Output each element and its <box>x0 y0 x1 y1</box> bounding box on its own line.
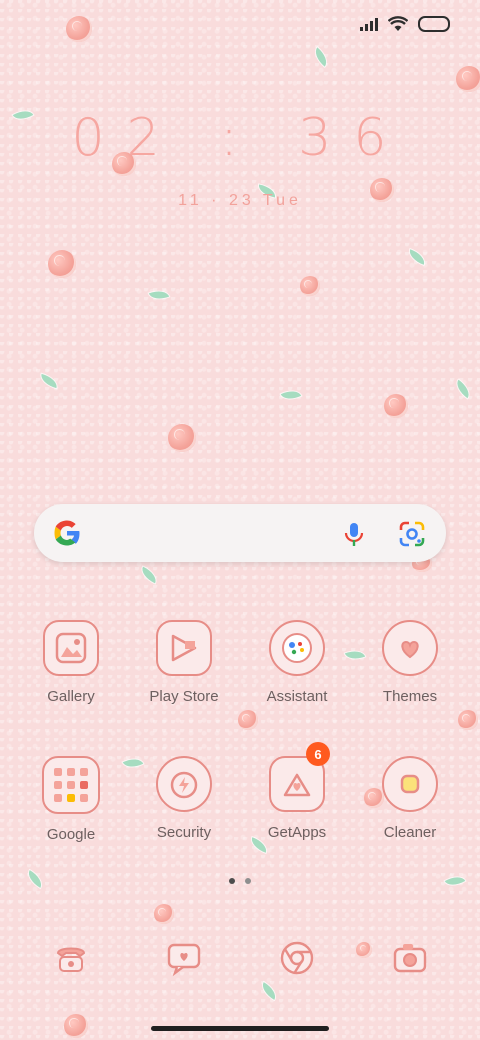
camera-icon <box>393 944 427 973</box>
play-store-icon <box>156 620 212 676</box>
page-indicator[interactable] <box>0 878 480 884</box>
leaf-decoration <box>310 47 332 67</box>
dock-phone[interactable] <box>51 938 91 978</box>
home-gesture-bar[interactable] <box>151 1026 329 1031</box>
leaf-decoration <box>258 982 280 1000</box>
app-assistant[interactable]: Assistant <box>242 620 352 705</box>
peach-decoration <box>48 250 76 278</box>
cell-signal-icon <box>360 17 378 31</box>
app-label: Play Store <box>149 688 219 705</box>
wifi-icon <box>388 16 408 31</box>
peach-decoration <box>356 942 372 958</box>
page-dot[interactable] <box>245 878 251 884</box>
app-cleaner[interactable]: Cleaner <box>355 756 465 841</box>
app-label: GetApps <box>267 824 327 841</box>
assistant-icon <box>269 620 325 676</box>
status-bar <box>360 16 450 32</box>
app-label: Gallery <box>47 688 95 705</box>
app-label: Google <box>46 826 96 843</box>
messages-icon <box>167 943 201 977</box>
peach-decoration <box>154 904 174 924</box>
peach-decoration <box>456 66 480 92</box>
leaf-decoration <box>280 386 302 404</box>
clock-time[interactable]: 02 : 36 <box>0 108 480 168</box>
battery-icon <box>418 16 450 32</box>
peach-decoration <box>384 394 408 418</box>
leaf-decoration <box>39 373 59 389</box>
gallery-icon <box>43 620 99 676</box>
clock-date[interactable]: 11 · 23 Tue <box>0 192 480 210</box>
themes-icon <box>382 620 438 676</box>
app-gallery[interactable]: Gallery <box>16 620 126 705</box>
app-security[interactable]: Security <box>129 756 239 841</box>
peach-decoration <box>300 276 320 296</box>
phone-icon <box>56 947 86 972</box>
app-themes[interactable]: Themes <box>355 620 465 705</box>
dock-messages[interactable] <box>164 938 204 978</box>
microphone-icon[interactable] <box>340 520 368 548</box>
leaf-decoration <box>148 287 170 303</box>
leaf-decoration <box>138 566 160 584</box>
security-icon <box>156 756 212 812</box>
google-folder-icon <box>42 756 100 814</box>
google-search-bar[interactable] <box>34 504 446 562</box>
app-google-folder[interactable]: Google <box>16 756 126 843</box>
google-g-icon <box>54 520 80 546</box>
page-dot-active[interactable] <box>229 878 235 884</box>
leaf-decoration <box>406 249 428 265</box>
dock-chrome[interactable] <box>277 938 317 978</box>
app-label: Cleaner <box>383 824 437 841</box>
google-lens-icon[interactable] <box>398 520 426 548</box>
peach-decoration <box>458 710 478 730</box>
app-play-store[interactable]: Play Store <box>129 620 239 705</box>
app-label: Themes <box>382 688 438 705</box>
peach-decoration <box>66 16 92 42</box>
app-getapps[interactable]: 6 GetApps <box>242 742 352 841</box>
peach-decoration <box>168 424 196 452</box>
app-label: Assistant <box>266 688 328 705</box>
chrome-icon <box>280 941 314 975</box>
cleaner-icon <box>382 756 438 812</box>
peach-decoration <box>64 1014 88 1038</box>
dock-camera[interactable] <box>390 938 430 978</box>
peach-decoration <box>238 710 258 730</box>
app-label: Security <box>156 824 212 841</box>
notification-badge: 6 <box>306 742 330 766</box>
leaf-decoration <box>452 379 474 399</box>
